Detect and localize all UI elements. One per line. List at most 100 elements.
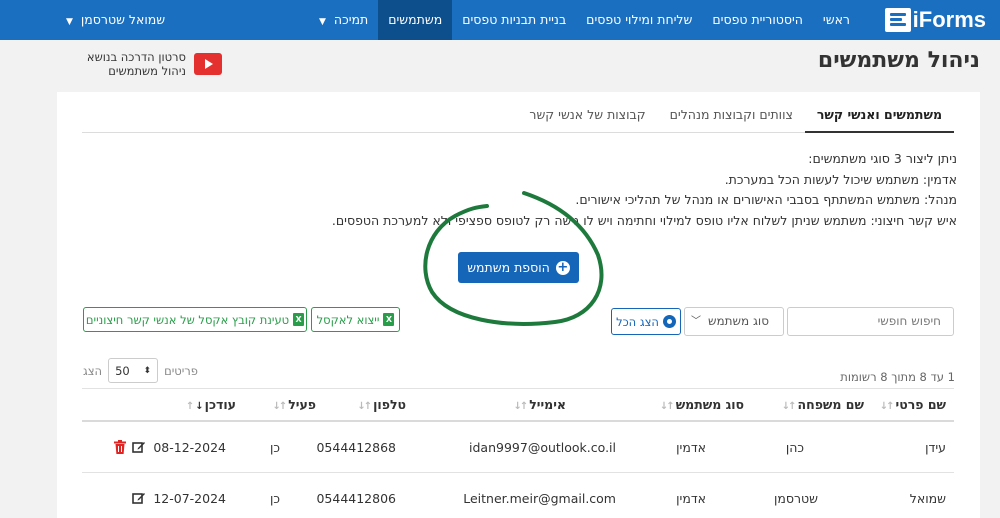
header-first-name[interactable]: שם פרטי↑↓: [864, 397, 954, 412]
cell-active: כן: [269, 490, 280, 506]
excel-file-icon: X: [293, 313, 305, 326]
export-excel-label: ייצוא לאקסל: [316, 312, 380, 327]
tutorial-video-link[interactable]: סרטון הדרכה בנושא ניהול משתמשים: [66, 50, 222, 78]
sort-desc-icon: ↓: [195, 401, 204, 412]
sort-updown-icon: ⬍: [143, 365, 152, 376]
cell-email: idan9997@outlook.co.il: [469, 439, 616, 455]
sort-icon: ↑: [185, 401, 195, 412]
page-title: ניהול משתמשים: [817, 48, 980, 73]
chevron-down-icon: ﹀: [691, 316, 701, 327]
sort-icon: ↑↓: [357, 401, 372, 412]
cell-updated: 12-07-2024: [153, 490, 226, 506]
table-header-row: שם פרטי↑↓ שם משפחה↑↓ סוג משתמש↑↓ אימייל↑…: [82, 388, 954, 422]
edit-icon[interactable]: [132, 491, 146, 505]
caret-down-icon: ▼: [319, 17, 326, 27]
tabs-bar: משתמשים ואנשי קשר צוותים וקבוצות מנהלים …: [82, 100, 954, 133]
header-label: עודכן: [204, 397, 236, 412]
nav-item-forms-history[interactable]: היסטוריית טפסים: [702, 0, 813, 40]
import-excel-label: טעינת קובץ אקסל של אנשי קשר חיצוניים: [85, 312, 290, 327]
cell-phone: 0544412868: [316, 439, 396, 455]
nav-item-support[interactable]: תמיכה ▼: [309, 0, 378, 40]
header-user-type[interactable]: סוג משתמש↑↓: [616, 397, 744, 412]
export-excel-button[interactable]: X ייצוא לאקסל: [311, 307, 400, 332]
cell-active: כן: [269, 439, 280, 455]
tutorial-text: סרטון הדרכה בנושא ניהול משתמשים: [66, 50, 186, 78]
row-actions: [82, 440, 156, 454]
forms-logo-icon: [884, 8, 911, 32]
logo-text: iForms: [912, 7, 986, 32]
eye-icon: [662, 315, 676, 328]
nav-item-send-fill-forms[interactable]: שליחת ומילוי טפסים: [576, 0, 702, 40]
page-size-value: 50: [115, 363, 130, 378]
user-type-select-value: סוג משתמש: [707, 314, 769, 328]
sort-icon: ↑↓: [513, 401, 528, 412]
info-line: מנהל: משתמש המשתתף בסבבי האישורים או מנה…: [575, 192, 957, 207]
plus-circle-icon: +: [555, 259, 570, 275]
top-navbar: iForms ראשי היסטוריית טפסים שליחת ומילוי…: [0, 0, 1000, 40]
cell-first-name: שמואל: [909, 490, 946, 506]
cell-last-name: כהן: [785, 439, 804, 455]
cell-email: Leitner.meir@gmail.com: [463, 490, 616, 506]
nav-item-build-templates[interactable]: בניית תבניות טפסים: [452, 0, 576, 40]
nav-menu: ראשי היסטוריית טפסים שליחת ומילוי טפסים …: [309, 0, 860, 40]
header-label: שם משפחה: [797, 397, 864, 412]
tab-contact-groups[interactable]: קבוצות של אנשי קשר: [517, 100, 657, 133]
users-card: משתמשים ואנשי קשר צוותים וקבוצות מנהלים …: [57, 92, 980, 518]
import-excel-button[interactable]: X טעינת קובץ אקסל של אנשי קשר חיצוניים: [83, 307, 307, 332]
user-name: שמואל שטרסמן: [80, 12, 166, 27]
header-updated[interactable]: עודכן↓↑: [156, 397, 256, 412]
tutorial-line-2: ניהול משתמשים: [108, 64, 186, 78]
youtube-play-icon: [194, 53, 222, 75]
header-label: שם פרטי: [895, 397, 946, 412]
nav-item-users[interactable]: משתמשים: [378, 0, 453, 40]
header-active[interactable]: פעיל↑↓: [256, 397, 316, 412]
info-line: אדמין: משתמש שיכול לעשות הכל במערכת.: [724, 171, 957, 187]
info-line: איש קשר חיצוני: משתמש שניתן לשלוח אליו ט…: [331, 212, 957, 228]
page-size-select[interactable]: 50 ⬍: [108, 358, 159, 383]
nav-item-support-label: תמיכה: [333, 12, 369, 27]
tutorial-line-1: סרטון הדרכה בנושא: [86, 50, 186, 64]
user-menu[interactable]: שמואל שטרסמן ▼: [66, 0, 165, 40]
page-size-show-label: הצג: [83, 363, 103, 378]
caret-down-icon: ▼: [66, 17, 73, 27]
info-line: ניתן ליצור 3 סוגי משתמשים:: [808, 151, 957, 166]
delete-icon[interactable]: [114, 440, 126, 454]
header-label: פעיל: [288, 397, 316, 412]
header-label: סוג משתמש: [675, 397, 744, 412]
header-label: אימייל: [529, 397, 566, 412]
header-phone[interactable]: טלפון↑↓: [316, 397, 426, 412]
tab-users-contacts[interactable]: משתמשים ואנשי קשר: [804, 100, 954, 133]
user-types-info: ניתן ליצור 3 סוגי משתמשים: אדמין: משתמש …: [332, 149, 957, 231]
sort-icon: ↑↓: [659, 401, 675, 412]
add-user-label: הוספת משתמש: [467, 260, 550, 275]
user-type-select[interactable]: סוג משתמש ﹀: [684, 307, 784, 336]
cell-phone: 0544412806: [316, 490, 396, 506]
cell-first-name: עידן: [925, 439, 946, 455]
sort-icon: ↑↓: [272, 401, 287, 412]
records-count: 1 עד 8 מתוך 8 רשומות: [840, 370, 955, 384]
page-size-items-label: פריטים: [164, 363, 198, 378]
iforms-logo[interactable]: iForms: [884, 7, 986, 33]
sort-icon: ↑↓: [879, 401, 895, 412]
add-user-button[interactable]: + הוספת משתמש: [458, 252, 579, 283]
cell-last-name: שטרסמן: [773, 490, 818, 506]
cell-updated: 08-12-2024: [153, 439, 226, 455]
edit-icon[interactable]: [132, 440, 146, 454]
show-all-button[interactable]: הצג הכל: [611, 308, 681, 335]
cell-user-type: אדמין: [676, 439, 706, 455]
tab-teams-manager-groups[interactable]: צוותים וקבוצות מנהלים: [658, 100, 805, 133]
sort-icon: ↑↓: [781, 401, 797, 412]
header-email[interactable]: אימייל↑↓: [426, 397, 616, 412]
page-size-control: פריטים 50 ⬍ הצג: [83, 358, 198, 383]
nav-item-home[interactable]: ראשי: [813, 0, 860, 40]
header-last-name[interactable]: שם משפחה↑↓: [744, 397, 864, 412]
table-row: שמואל שטרסמן אדמין Leitner.meir@gmail.co…: [82, 473, 954, 518]
users-table: שם פרטי↑↓ שם משפחה↑↓ סוג משתמש↑↓ אימייל↑…: [82, 388, 954, 518]
search-input[interactable]: חיפוש חופשי: [787, 307, 954, 336]
show-all-label: הצג הכל: [616, 314, 659, 329]
row-actions: [82, 491, 156, 505]
table-row: עידן כהן אדמין idan9997@outlook.co.il 05…: [82, 422, 954, 473]
excel-file-icon: X: [383, 313, 395, 326]
cell-user-type: אדמין: [676, 490, 706, 506]
header-label: טלפון: [373, 397, 406, 412]
